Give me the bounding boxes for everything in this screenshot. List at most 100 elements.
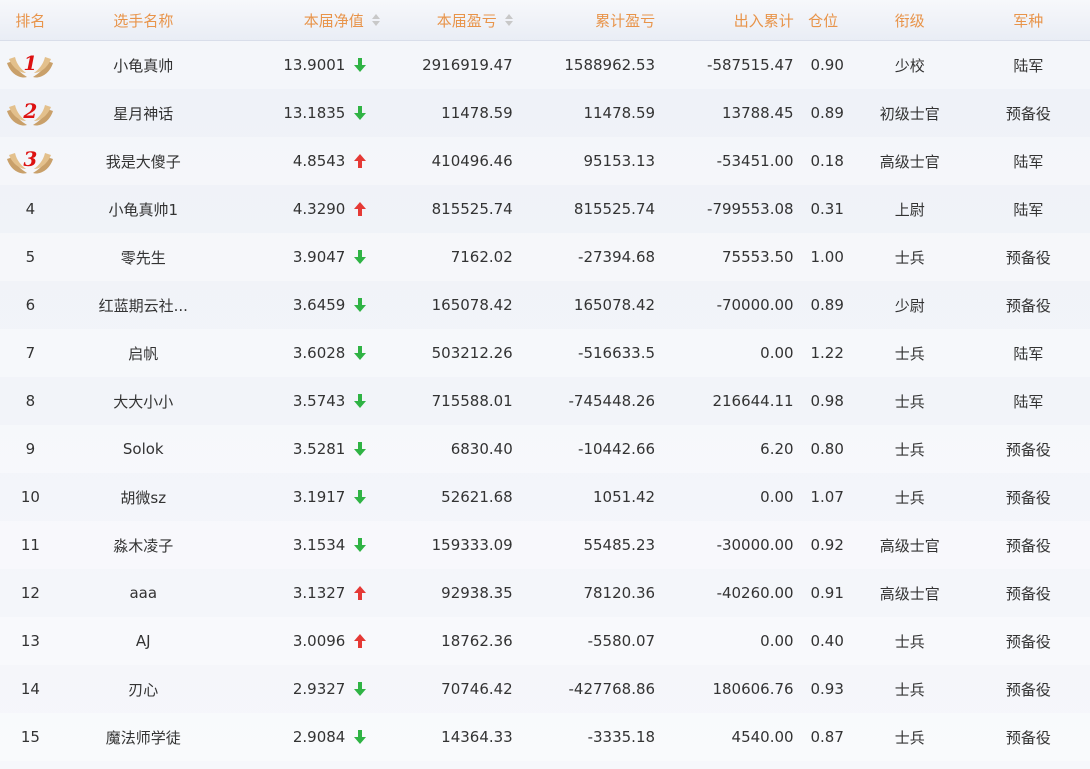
player-name[interactable]: 魔法师学徒 [106, 727, 181, 748]
cell-cum: -10442.66 [513, 440, 655, 458]
cell-name[interactable]: AJ [61, 632, 226, 650]
cell-pos: 0.18 [794, 152, 853, 170]
table-row[interactable]: 4 小龟真帅1 4.3290 815525.74 815525.74 -7995… [0, 185, 1090, 233]
cell-name[interactable]: 淼木凌子 [61, 535, 226, 556]
table-row[interactable]: 5 零先生 3.9047 7162.02 -27394.68 75553.50 … [0, 233, 1090, 281]
cell-rank: 15 [0, 728, 61, 746]
player-name[interactable]: 零先生 [121, 247, 166, 268]
title-value: 高级士官 [879, 536, 940, 555]
cum-value: 78120.36 [583, 584, 656, 602]
table-row[interactable]: 6 红蓝期云社... 3.6459 165078.42 165078.42 -7… [0, 281, 1090, 329]
arrow-up-icon [353, 201, 380, 217]
player-name[interactable]: 淼木凌子 [113, 535, 173, 556]
player-name[interactable]: AJ [136, 632, 151, 650]
branch-value: 陆军 [1013, 152, 1044, 171]
cell-branch: 预备役 [967, 583, 1090, 604]
player-name[interactable]: 启帆 [128, 343, 158, 364]
cell-name[interactable]: 我是大傻子 [61, 151, 226, 172]
header-name[interactable]: 选手名称 [61, 10, 226, 31]
cell-cum: 95153.13 [513, 152, 655, 170]
branch-value: 陆军 [1013, 200, 1044, 219]
rank-value: 2 [23, 99, 38, 123]
cell-pl: 70746.42 [380, 680, 513, 698]
table-row[interactable]: 8 大大小小 3.5743 715588.01 -745448.26 21664… [0, 377, 1090, 425]
cell-name[interactable]: Solok [61, 440, 226, 458]
arrow-down-icon [353, 105, 380, 121]
table-row[interactable]: 11 淼木凌子 3.1534 159333.09 55485.23 -30000… [0, 521, 1090, 569]
pos-value: 0.93 [810, 680, 844, 698]
cell-cum: -27394.68 [513, 248, 655, 266]
table-row[interactable]: 1 小龟真帅 13.9001 2916919.47 1588962.53 -58… [0, 41, 1090, 89]
header-cum[interactable]: 累计盈亏 [513, 10, 655, 31]
header-nav[interactable]: 本届净值 [226, 10, 380, 31]
pl-value: 11478.59 [441, 104, 513, 122]
cell-nav: 3.1917 [226, 488, 354, 506]
cell-branch: 预备役 [967, 679, 1090, 700]
cell-name[interactable]: 魔法师学徒 [61, 727, 226, 748]
header-cum-label: 累计盈亏 [595, 11, 656, 30]
sort-icon[interactable] [371, 14, 380, 26]
cell-name[interactable]: 胡微sz [61, 487, 226, 508]
table-row[interactable]: 15 魔法师学徒 2.9084 14364.33 -3335.18 4540.0… [0, 713, 1090, 761]
table-row[interactable]: 2 星月神话 13.1835 11478.59 11478.59 13788.4… [0, 89, 1090, 137]
cell-cum: -516633.5 [513, 344, 655, 362]
cell-name[interactable]: aaa [61, 584, 226, 602]
cell-name[interactable]: 星月神话 [61, 103, 226, 124]
player-name[interactable]: 小龟真帅 [113, 55, 173, 76]
cell-cum: 1588962.53 [513, 56, 655, 74]
table-row[interactable]: 12 aaa 3.1327 92938.35 78120.36 -40260.0… [0, 569, 1090, 617]
cell-rank: 8 [0, 392, 61, 410]
player-name[interactable]: 红蓝期云社... [99, 295, 188, 316]
pos-value: 1.00 [810, 248, 844, 266]
player-name[interactable]: 我是大傻子 [106, 151, 181, 172]
header-pl[interactable]: 本届盈亏 [380, 10, 513, 31]
table-row[interactable]: 14 刃心 2.9327 70746.42 -427768.86 180606.… [0, 665, 1090, 713]
cell-name[interactable]: 启帆 [61, 343, 226, 364]
player-name[interactable]: 胡微sz [120, 487, 166, 508]
arrow-up-icon [353, 153, 380, 169]
cell-name[interactable]: 小龟真帅 [61, 55, 226, 76]
player-name[interactable]: aaa [129, 584, 157, 602]
player-name[interactable]: 刃心 [128, 679, 158, 700]
branch-value: 陆军 [1013, 392, 1044, 411]
cell-name[interactable]: 大大小小 [61, 391, 226, 412]
cell-nav: 3.0096 [226, 632, 354, 650]
nav-value: 13.1835 [283, 104, 346, 122]
pos-value: 0.80 [810, 440, 844, 458]
sort-icon[interactable] [504, 14, 513, 26]
cell-pos: 0.89 [794, 296, 853, 314]
pl-value: 7162.02 [450, 248, 513, 266]
cell-name[interactable]: 小龟真帅1 [61, 199, 226, 220]
table-row[interactable]: 9 Solok 3.5281 6830.40 -10442.66 6.20 0.… [0, 425, 1090, 473]
cell-rank: 13 [0, 632, 61, 650]
nav-value: 2.9327 [292, 680, 346, 698]
arrow-down-icon [353, 489, 380, 505]
cell-pos: 0.87 [794, 728, 853, 746]
cell-pos: 1.00 [794, 248, 853, 266]
cell-pl: 11478.59 [380, 104, 513, 122]
header-flow[interactable]: 出入累计 [655, 10, 794, 31]
nav-value: 3.5281 [292, 440, 346, 458]
table-row[interactable]: 7 启帆 3.6028 503212.26 -516633.5 0.00 1.2… [0, 329, 1090, 377]
cell-name[interactable]: 红蓝期云社... [61, 295, 226, 316]
cell-flow: 4540.00 [655, 728, 794, 746]
player-name[interactable]: 小龟真帅1 [108, 199, 178, 220]
cell-pos: 0.40 [794, 632, 853, 650]
title-value: 士兵 [894, 488, 925, 507]
table-row[interactable]: 13 AJ 3.0096 18762.36 -5580.07 0.00 0.40… [0, 617, 1090, 665]
header-title[interactable]: 衔级 [853, 10, 967, 31]
table-row[interactable]: 10 胡微sz 3.1917 52621.68 1051.42 0.00 1.0… [0, 473, 1090, 521]
table-row[interactable]: 3 我是大傻子 4.8543 410496.46 95153.13 -53451… [0, 137, 1090, 185]
header-rank[interactable]: 排名 [0, 10, 61, 31]
flow-value: 13788.45 [721, 104, 794, 122]
cell-name[interactable]: 刃心 [61, 679, 226, 700]
header-branch[interactable]: 军种 [967, 10, 1090, 31]
cell-title: 高级士官 [853, 151, 967, 172]
cell-name[interactable]: 零先生 [61, 247, 226, 268]
player-name[interactable]: Solok [123, 440, 164, 458]
player-name[interactable]: 星月神话 [113, 103, 173, 124]
player-name[interactable]: 大大小小 [113, 391, 173, 412]
header-pos[interactable]: 仓位 [794, 10, 853, 31]
rank-value: 13 [20, 632, 40, 650]
flow-value: 0.00 [760, 344, 794, 362]
